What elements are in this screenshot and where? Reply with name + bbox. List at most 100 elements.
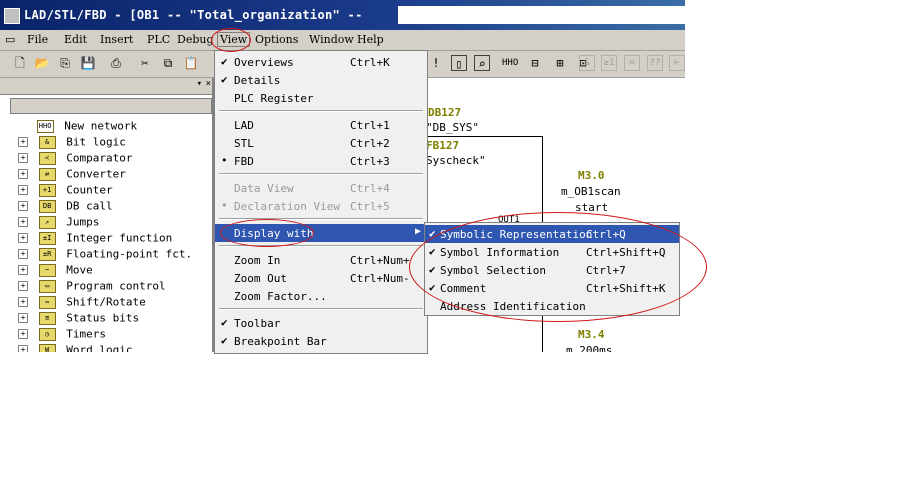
menu-item-zoom-factor[interactable]: Zoom Factor...	[215, 287, 427, 305]
expand-icon[interactable]: +	[18, 249, 28, 259]
submenu-arrow-icon: ▶	[414, 226, 421, 237]
expand-icon[interactable]: +	[18, 185, 28, 195]
menu-item-stl[interactable]: STL Ctrl+2	[215, 134, 427, 152]
expand-icon[interactable]: +	[18, 137, 28, 147]
display-with-submenu: ✔ Symbolic Representation Ctrl+Q ✔ Symbo…	[424, 222, 680, 316]
menu-item-overviews[interactable]: ✔ Overviews Ctrl+K	[215, 53, 427, 71]
check-icon: ✔	[429, 281, 436, 294]
tree-item-floating-point[interactable]: + ±R Floating-point fct.	[18, 247, 192, 263]
m1-symbol-2: start	[575, 201, 609, 214]
tree-item-program-control[interactable]: + ▭ Program control	[18, 279, 166, 295]
tree-item-shift-rotate[interactable]: + ⇔ Shift/Rotate	[18, 295, 146, 311]
close-icon[interactable]: ×	[206, 79, 211, 89]
expand-icon[interactable]: +	[18, 345, 28, 352]
title-overlay	[398, 6, 685, 24]
save-icon[interactable]: 💾	[80, 55, 96, 71]
network-insert-icon[interactable]: HHO	[502, 55, 518, 71]
open-icon[interactable]: 📂	[34, 55, 50, 71]
expand-icon[interactable]: +	[18, 233, 28, 243]
menu-insert[interactable]: Insert	[100, 33, 133, 46]
menu-debug[interactable]: Debug	[177, 33, 214, 46]
or-box-icon[interactable]: ≥1	[601, 55, 617, 71]
tree-item-move[interactable]: + ~ Move	[18, 263, 93, 279]
tree-item-new-network[interactable]: HHO New network	[18, 119, 137, 135]
submenu-item-address-identification[interactable]: Address Identification	[425, 297, 679, 315]
menu-item-zoom-in[interactable]: Zoom In Ctrl+Num+	[215, 251, 427, 269]
expand-icon[interactable]: +	[18, 153, 28, 163]
assign-box-icon[interactable]: =	[624, 55, 640, 71]
program-elements-panel: ▾ × HHO New network + & Bit logic + < Co…	[0, 78, 214, 352]
program-control-icon: ▭	[38, 279, 56, 293]
submenu-item-symbol-selection[interactable]: ✔ Symbol Selection Ctrl+7	[425, 261, 679, 279]
open-branch-icon[interactable]: ⊞	[552, 55, 568, 71]
title-bar[interactable]: LAD/STL/FBD - [OB1 -- "Total_organizatio…	[0, 0, 685, 30]
expand-icon[interactable]: +	[18, 281, 28, 291]
fb-symbol: Syscheck"	[426, 154, 486, 167]
and-box-icon[interactable]: &	[579, 55, 595, 71]
tree-item-jumps[interactable]: + ↗ Jumps	[18, 215, 99, 231]
expand-icon[interactable]: +	[18, 297, 28, 307]
expand-icon[interactable]: +	[18, 329, 28, 339]
menu-file[interactable]: File	[27, 33, 48, 46]
expand-icon[interactable]: +	[18, 313, 28, 323]
cut-icon[interactable]: ✂	[137, 55, 153, 71]
check-icon: ✔	[429, 245, 436, 258]
tree-item-status-bits[interactable]: + ≡ Status bits	[18, 311, 139, 327]
menu-help[interactable]: Help	[357, 33, 384, 46]
submenu-item-comment[interactable]: ✔ Comment Ctrl+Shift+K	[425, 279, 679, 297]
menu-edit[interactable]: Edit	[64, 33, 87, 46]
details-toggle-icon[interactable]: ⌕	[474, 55, 490, 71]
tree-item-bit-logic[interactable]: + & Bit logic	[18, 135, 126, 151]
menu-item-lad[interactable]: LAD Ctrl+1	[215, 116, 427, 134]
breakpoint-icon[interactable]: !	[428, 55, 444, 71]
copy-icon[interactable]: ⧉	[160, 55, 176, 71]
radio-dot-icon: •	[221, 199, 228, 212]
submenu-item-symbol-information[interactable]: ✔ Symbol Information Ctrl+Shift+Q	[425, 243, 679, 261]
window-title: LAD/STL/FBD - [OB1 -- "Total_organizatio…	[24, 8, 363, 22]
expand-icon[interactable]: +	[18, 217, 28, 227]
menu-item-zoom-out[interactable]: Zoom Out Ctrl+Num-	[215, 269, 427, 287]
menu-item-data-view[interactable]: Data View Ctrl+4	[215, 179, 427, 197]
menu-plc[interactable]: PLC	[147, 33, 170, 46]
tree-item-timers[interactable]: + ◷ Timers	[18, 327, 106, 343]
network-icon: HHO	[36, 119, 54, 133]
paste-icon[interactable]: 📋	[183, 55, 199, 71]
expand-icon[interactable]: +	[18, 201, 28, 211]
tree-item-word-logic[interactable]: + W Word logic	[18, 343, 132, 352]
submenu-item-symbolic-representation[interactable]: ✔ Symbolic Representation Ctrl+Q	[425, 225, 679, 243]
tree-item-db-call[interactable]: + DB DB call	[18, 199, 113, 215]
expand-icon[interactable]: +	[18, 169, 28, 179]
menu-options[interactable]: Options	[255, 33, 298, 46]
connector-icon[interactable]: ⊢	[669, 55, 685, 71]
print-icon[interactable]: ⎙	[108, 55, 124, 71]
dropdown-icon[interactable]: ▾	[197, 79, 202, 89]
tree-item-comparator[interactable]: + < Comparator	[18, 151, 132, 167]
move-icon: ~	[38, 263, 56, 277]
new-icon[interactable]: 🗋	[12, 55, 28, 71]
menu-item-breakpoint-bar[interactable]: ✔ Breakpoint Bar	[215, 332, 427, 350]
overview-toggle-icon[interactable]: ▯	[451, 55, 467, 71]
menu-item-plc-register[interactable]: PLC Register	[215, 89, 427, 107]
menu-item-details[interactable]: ✔ Details	[215, 71, 427, 89]
panel-tab-strip[interactable]	[10, 98, 212, 114]
menu-item-declaration-view[interactable]: • Declaration View Ctrl+5	[215, 197, 427, 215]
tree-item-converter[interactable]: + ⇄ Converter	[18, 167, 126, 183]
menu-item-display-with[interactable]: Display with ▶	[215, 224, 427, 242]
status-bits-icon: ≡	[38, 311, 56, 325]
menu-item-toolbar[interactable]: ✔ Toolbar	[215, 314, 427, 332]
db-number: DB127	[428, 106, 462, 119]
tree-item-integer-function[interactable]: + ±I Integer function	[18, 231, 172, 247]
check-icon: ✔	[221, 73, 228, 86]
expand-icon[interactable]: +	[18, 265, 28, 275]
accessible-nodes-icon[interactable]: ⎘	[57, 55, 73, 71]
branch-icon[interactable]: ⊟	[527, 55, 543, 71]
float-icon: ±R	[38, 247, 56, 261]
menu-window[interactable]: Window	[309, 33, 354, 46]
system-menu-icon[interactable]: ▭	[5, 33, 15, 46]
menu-view[interactable]: View	[217, 32, 251, 47]
panel-header: ▾ ×	[0, 78, 212, 95]
empty-box-icon[interactable]: ??	[647, 55, 663, 71]
menu-item-fbd[interactable]: • FBD Ctrl+3	[215, 152, 427, 170]
jumps-icon: ↗	[38, 215, 56, 229]
tree-item-counter[interactable]: + +1 Counter	[18, 183, 113, 199]
